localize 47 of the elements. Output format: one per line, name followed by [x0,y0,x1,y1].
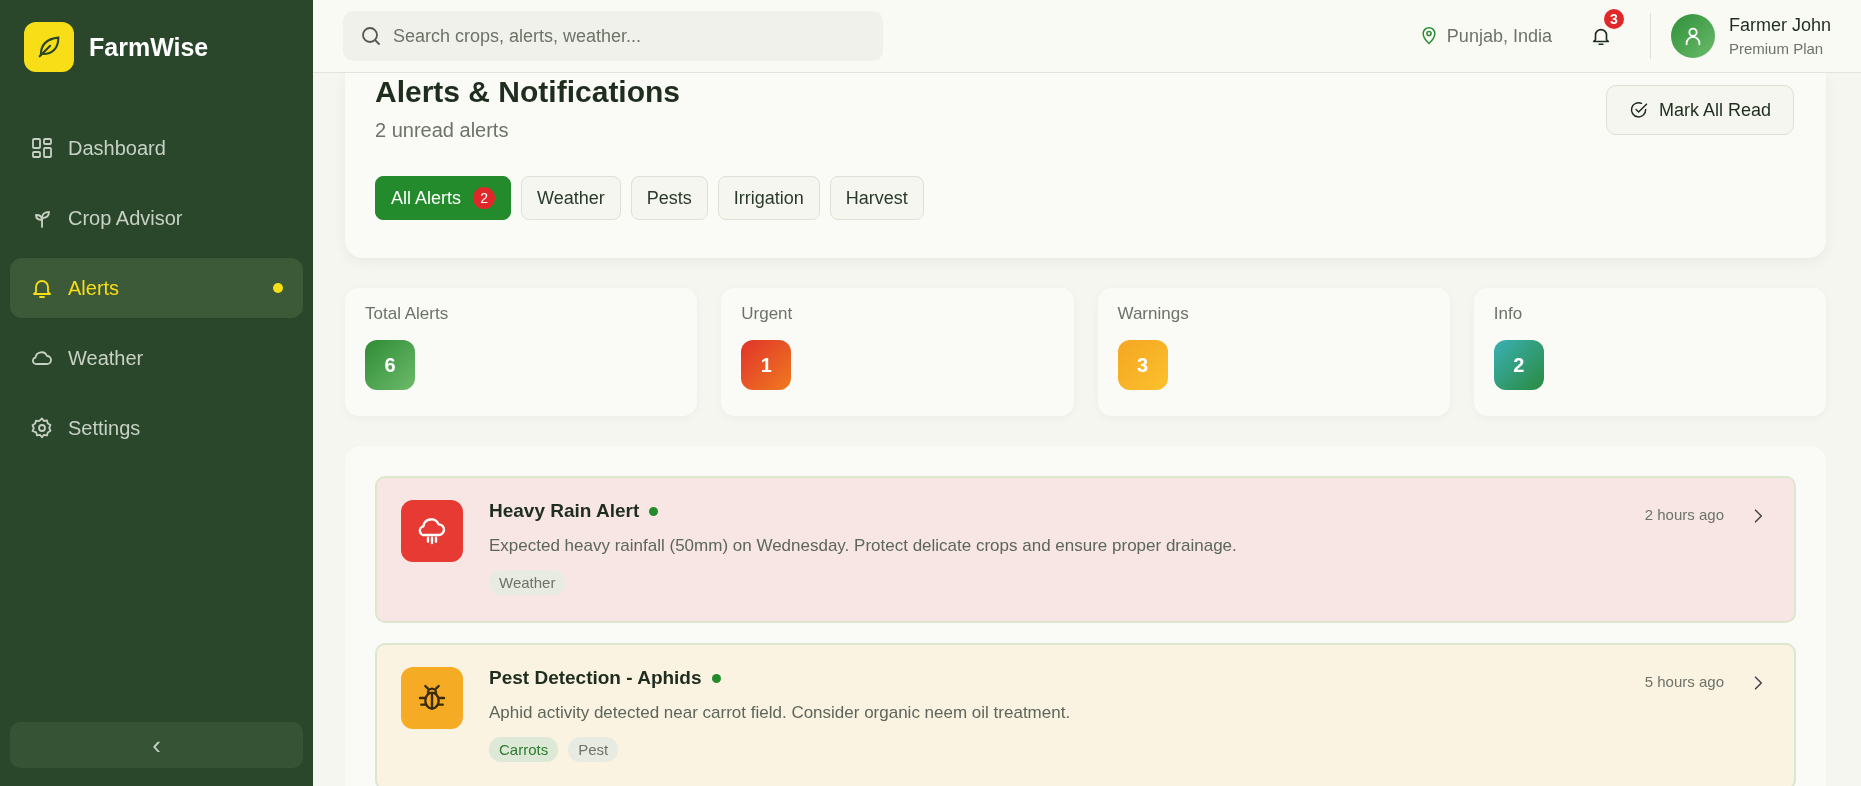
alert-message: Aphid activity detected near carrot field. Consider organic neem oil treatment. [489,703,1072,723]
filter-tab[interactable]: Weather [521,176,621,220]
stat-label: Urgent [741,304,794,324]
sidebar-item[interactable]: Dashboard [10,118,303,178]
count-badge: 2 [473,187,496,209]
sidebar-item[interactable]: Crop Advisor [10,188,303,248]
filter-tab[interactable]: Harvest [829,176,924,220]
alert-title: Heavy Rain Alert [489,500,640,522]
page-title: Alerts & Notifications [375,75,681,109]
mark-all-read-button[interactable]: Mark All Read [1605,85,1794,135]
search-field[interactable]: Search crops, alerts, weather... [343,11,883,61]
page-subtitle: 2 unread alerts [375,119,510,142]
notification-count: 3 [1603,9,1624,29]
sidebar-item[interactable]: Settings [10,398,303,458]
stat-value: 1 [741,340,792,390]
alert-tag: Pest [568,737,619,762]
user-name: Farmer John [1728,15,1831,36]
dashboard-icon [30,136,54,160]
rain-cloud-icon [416,515,448,547]
sidebar-item[interactable]: Weather [10,328,303,388]
check-circle-icon [1628,100,1649,120]
alert-title: Pest Detection - Aphids [489,667,702,689]
stat-label: Info [1493,304,1524,324]
alert-tag: Carrots [489,737,559,762]
collapse-button[interactable]: ‹ [10,722,303,768]
filter-tab[interactable]: All Alerts 2 [375,176,512,220]
avatar-icon[interactable] [1670,14,1715,58]
sidebar-item[interactable]: Alerts [10,258,303,318]
settings-icon [30,416,54,440]
alert-time: 2 hours ago [1644,506,1724,523]
leaf-logo-icon [24,22,74,72]
stat-value: 2 [1493,340,1544,390]
alert-time: 5 hours ago [1644,673,1724,690]
filter-tab[interactable]: Pests [630,176,708,220]
brand-name: FarmWise [89,32,209,62]
alert-card[interactable]: Heavy Rain Alert Expected heavy rainfall (50mm) on Wednesday. Protect delicate crops and ensure proper drainage. Weather 2 hours ago [375,476,1796,623]
alert-message: Expected heavy rainfall (50mm) on Wednesday. Protect delicate crops and ensure proper drainage. [489,536,1238,556]
alert-card[interactable]: Pest Detection - Aphids Aphid activity detected near carrot field. Consider organic neem oil treatment. Carrots Pest 5 hours ago [375,643,1796,786]
user-plan: Premium Plan [1728,40,1825,57]
location-text: Punjab, India [1446,25,1552,47]
alert-tag: Weather [489,570,566,595]
filter-tab[interactable]: Irrigation [717,176,820,220]
search-icon [359,24,383,48]
stat-value: 3 [1117,340,1168,390]
stat-value: 6 [365,340,415,390]
stat-label: Warnings [1117,304,1190,324]
stat-label: Total Alerts [365,304,450,324]
